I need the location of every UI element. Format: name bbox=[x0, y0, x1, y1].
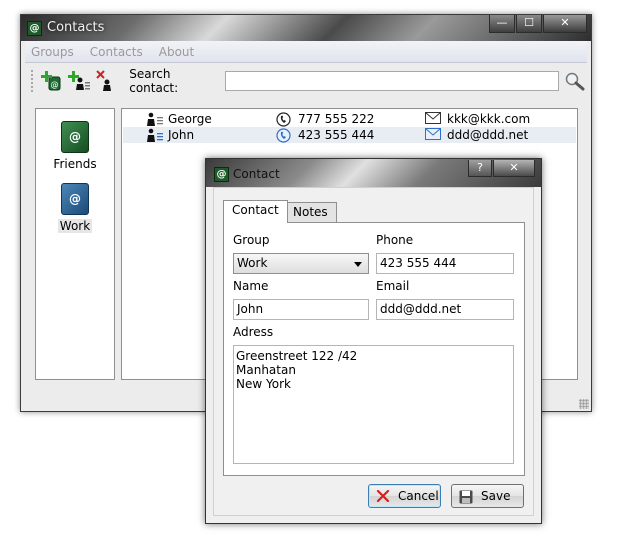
toolbar: @ Search contact: bbox=[25, 65, 587, 97]
contact-tab-panel: Group Work Phone 423 555 444 Name John E… bbox=[223, 222, 525, 476]
mail-icon bbox=[425, 128, 441, 140]
group-item-friends[interactable]: @ Friends bbox=[36, 121, 114, 171]
window-title: Contacts bbox=[47, 20, 105, 35]
search-label: Search contact: bbox=[129, 67, 179, 95]
contact-name: George bbox=[168, 112, 212, 126]
group-label: Work bbox=[57, 219, 93, 233]
phone-field[interactable]: 423 555 444 bbox=[376, 253, 514, 274]
close-button[interactable]: ✕ bbox=[543, 15, 587, 33]
cancel-button[interactable]: Cancel bbox=[368, 484, 441, 508]
address-label: Adress bbox=[233, 325, 274, 339]
resize-grip[interactable] bbox=[579, 399, 589, 409]
app-icon: @ bbox=[27, 21, 42, 36]
minimize-button[interactable]: — bbox=[489, 15, 515, 33]
name-label: Name bbox=[233, 279, 269, 293]
help-button[interactable]: ? bbox=[468, 160, 492, 177]
contact-phone: 423 555 444 bbox=[298, 128, 375, 142]
phone-label: Phone bbox=[376, 233, 414, 247]
chevron-down-icon bbox=[354, 262, 362, 267]
dialog-close-button[interactable]: ✕ bbox=[493, 160, 535, 177]
magnifier-icon[interactable] bbox=[563, 71, 587, 91]
maximize-button[interactable]: ☐ bbox=[516, 15, 542, 33]
cancel-label: Cancel bbox=[398, 489, 439, 503]
app-icon: @ bbox=[214, 167, 229, 182]
contact-dialog: @ Contact ? ✕ Contact Notes Group Work P… bbox=[205, 158, 542, 524]
contact-email: kkk@kkk.com bbox=[447, 112, 531, 126]
address-textarea[interactable]: Greenstreet 122 /42 Manhatan New York bbox=[233, 345, 514, 464]
floppy-disk-icon bbox=[459, 490, 473, 504]
dialog-body: Contact Notes Group Work Phone 423 555 4… bbox=[213, 187, 534, 516]
contact-name: John bbox=[168, 128, 195, 142]
add-group-icon[interactable]: @ bbox=[40, 70, 62, 92]
group-label: Group bbox=[233, 233, 270, 247]
dialog-title-bar[interactable]: @ Contact ? ✕ bbox=[206, 159, 541, 187]
contact-row[interactable]: George 777 555 222 kkk@kkk.com bbox=[123, 111, 576, 127]
blue-address-book-icon: @ bbox=[61, 183, 89, 215]
menu-bar: Groups Contacts About bbox=[25, 41, 587, 63]
phone-icon bbox=[276, 112, 291, 127]
contact-phone: 777 555 222 bbox=[298, 112, 375, 126]
svg-text:@: @ bbox=[50, 80, 58, 89]
delete-contact-icon[interactable] bbox=[96, 70, 117, 92]
group-select[interactable]: Work bbox=[233, 253, 369, 274]
toolbar-grip[interactable] bbox=[31, 70, 35, 92]
person-icon bbox=[147, 128, 163, 142]
green-address-book-icon: @ bbox=[61, 121, 89, 153]
add-contact-icon[interactable] bbox=[68, 70, 91, 92]
person-icon bbox=[147, 112, 163, 126]
contact-email: ddd@ddd.net bbox=[447, 128, 529, 142]
menu-contacts[interactable]: Contacts bbox=[90, 45, 143, 59]
group-label: Friends bbox=[53, 157, 97, 171]
mail-icon bbox=[425, 112, 441, 124]
tab-contact[interactable]: Contact bbox=[223, 200, 288, 223]
phone-icon bbox=[276, 128, 291, 143]
address-line: New York bbox=[236, 377, 291, 391]
cancel-x-icon bbox=[376, 490, 390, 502]
search-input[interactable] bbox=[224, 71, 559, 91]
email-label: Email bbox=[376, 279, 410, 293]
tab-notes[interactable]: Notes bbox=[284, 202, 337, 222]
main-title-bar[interactable]: @ Contacts — ☐ ✕ bbox=[21, 15, 591, 41]
group-item-work[interactable]: @ Work bbox=[36, 183, 114, 233]
save-button[interactable]: Save bbox=[451, 484, 524, 508]
address-line: Greenstreet 122 /42 bbox=[236, 349, 358, 363]
contact-row[interactable]: John 423 555 444 ddd@ddd.net bbox=[123, 127, 576, 143]
menu-groups[interactable]: Groups bbox=[31, 45, 74, 59]
name-field[interactable]: John bbox=[233, 299, 369, 320]
group-select-value: Work bbox=[237, 256, 268, 270]
menu-about[interactable]: About bbox=[159, 45, 194, 59]
email-field[interactable]: ddd@ddd.net bbox=[376, 299, 514, 320]
address-line: Manhatan bbox=[236, 363, 296, 377]
save-label: Save bbox=[481, 489, 511, 503]
groups-list: @ Friends @ Work bbox=[35, 108, 115, 380]
dialog-title: Contact bbox=[233, 167, 280, 181]
